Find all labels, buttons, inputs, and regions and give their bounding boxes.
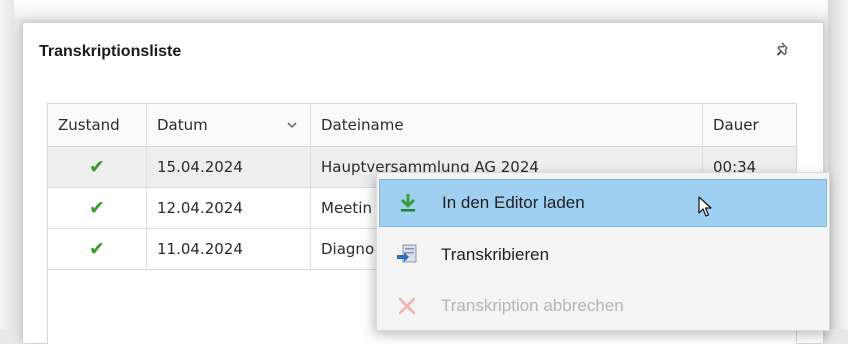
cancel-icon — [395, 294, 419, 318]
pin-icon[interactable] — [771, 37, 797, 63]
check-icon: ✔ — [48, 229, 147, 269]
panel-title: Transkriptionsliste — [39, 43, 182, 60]
column-header-filename[interactable]: Dateiname — [311, 104, 703, 146]
transcribe-icon — [395, 243, 419, 267]
column-header-date[interactable]: Datum — [147, 104, 311, 146]
table-header: Zustand Datum Dateiname Dauer — [48, 104, 796, 147]
mouse-cursor-icon — [698, 196, 714, 218]
column-header-date-label: Datum — [157, 116, 208, 134]
date-cell: 15.04.2024 — [147, 147, 311, 187]
context-menu: In den Editor laden Transkribieren Trans… — [376, 172, 830, 331]
window-frame-left — [0, 0, 14, 329]
check-icon: ✔ — [48, 147, 147, 187]
menu-item-label: Transkribieren — [441, 245, 550, 264]
adjacent-pane-edge — [828, 0, 848, 329]
load-into-editor-icon — [396, 191, 420, 215]
window-frame-top — [0, 0, 848, 20]
column-header-status[interactable]: Zustand — [48, 104, 147, 146]
menu-item-cancel-transcription[interactable]: Transkription abbrechen — [377, 282, 829, 330]
column-header-duration[interactable]: Dauer — [703, 104, 796, 146]
menu-item-label: In den Editor laden — [442, 193, 585, 212]
check-icon: ✔ — [48, 188, 147, 228]
menu-item-load-into-editor[interactable]: In den Editor laden — [379, 179, 827, 227]
menu-item-label: Transkription abbrechen — [441, 296, 624, 315]
date-cell: 12.04.2024 — [147, 188, 311, 228]
menu-item-transcribe[interactable]: Transkribieren — [377, 231, 829, 279]
date-cell: 11.04.2024 — [147, 229, 311, 269]
